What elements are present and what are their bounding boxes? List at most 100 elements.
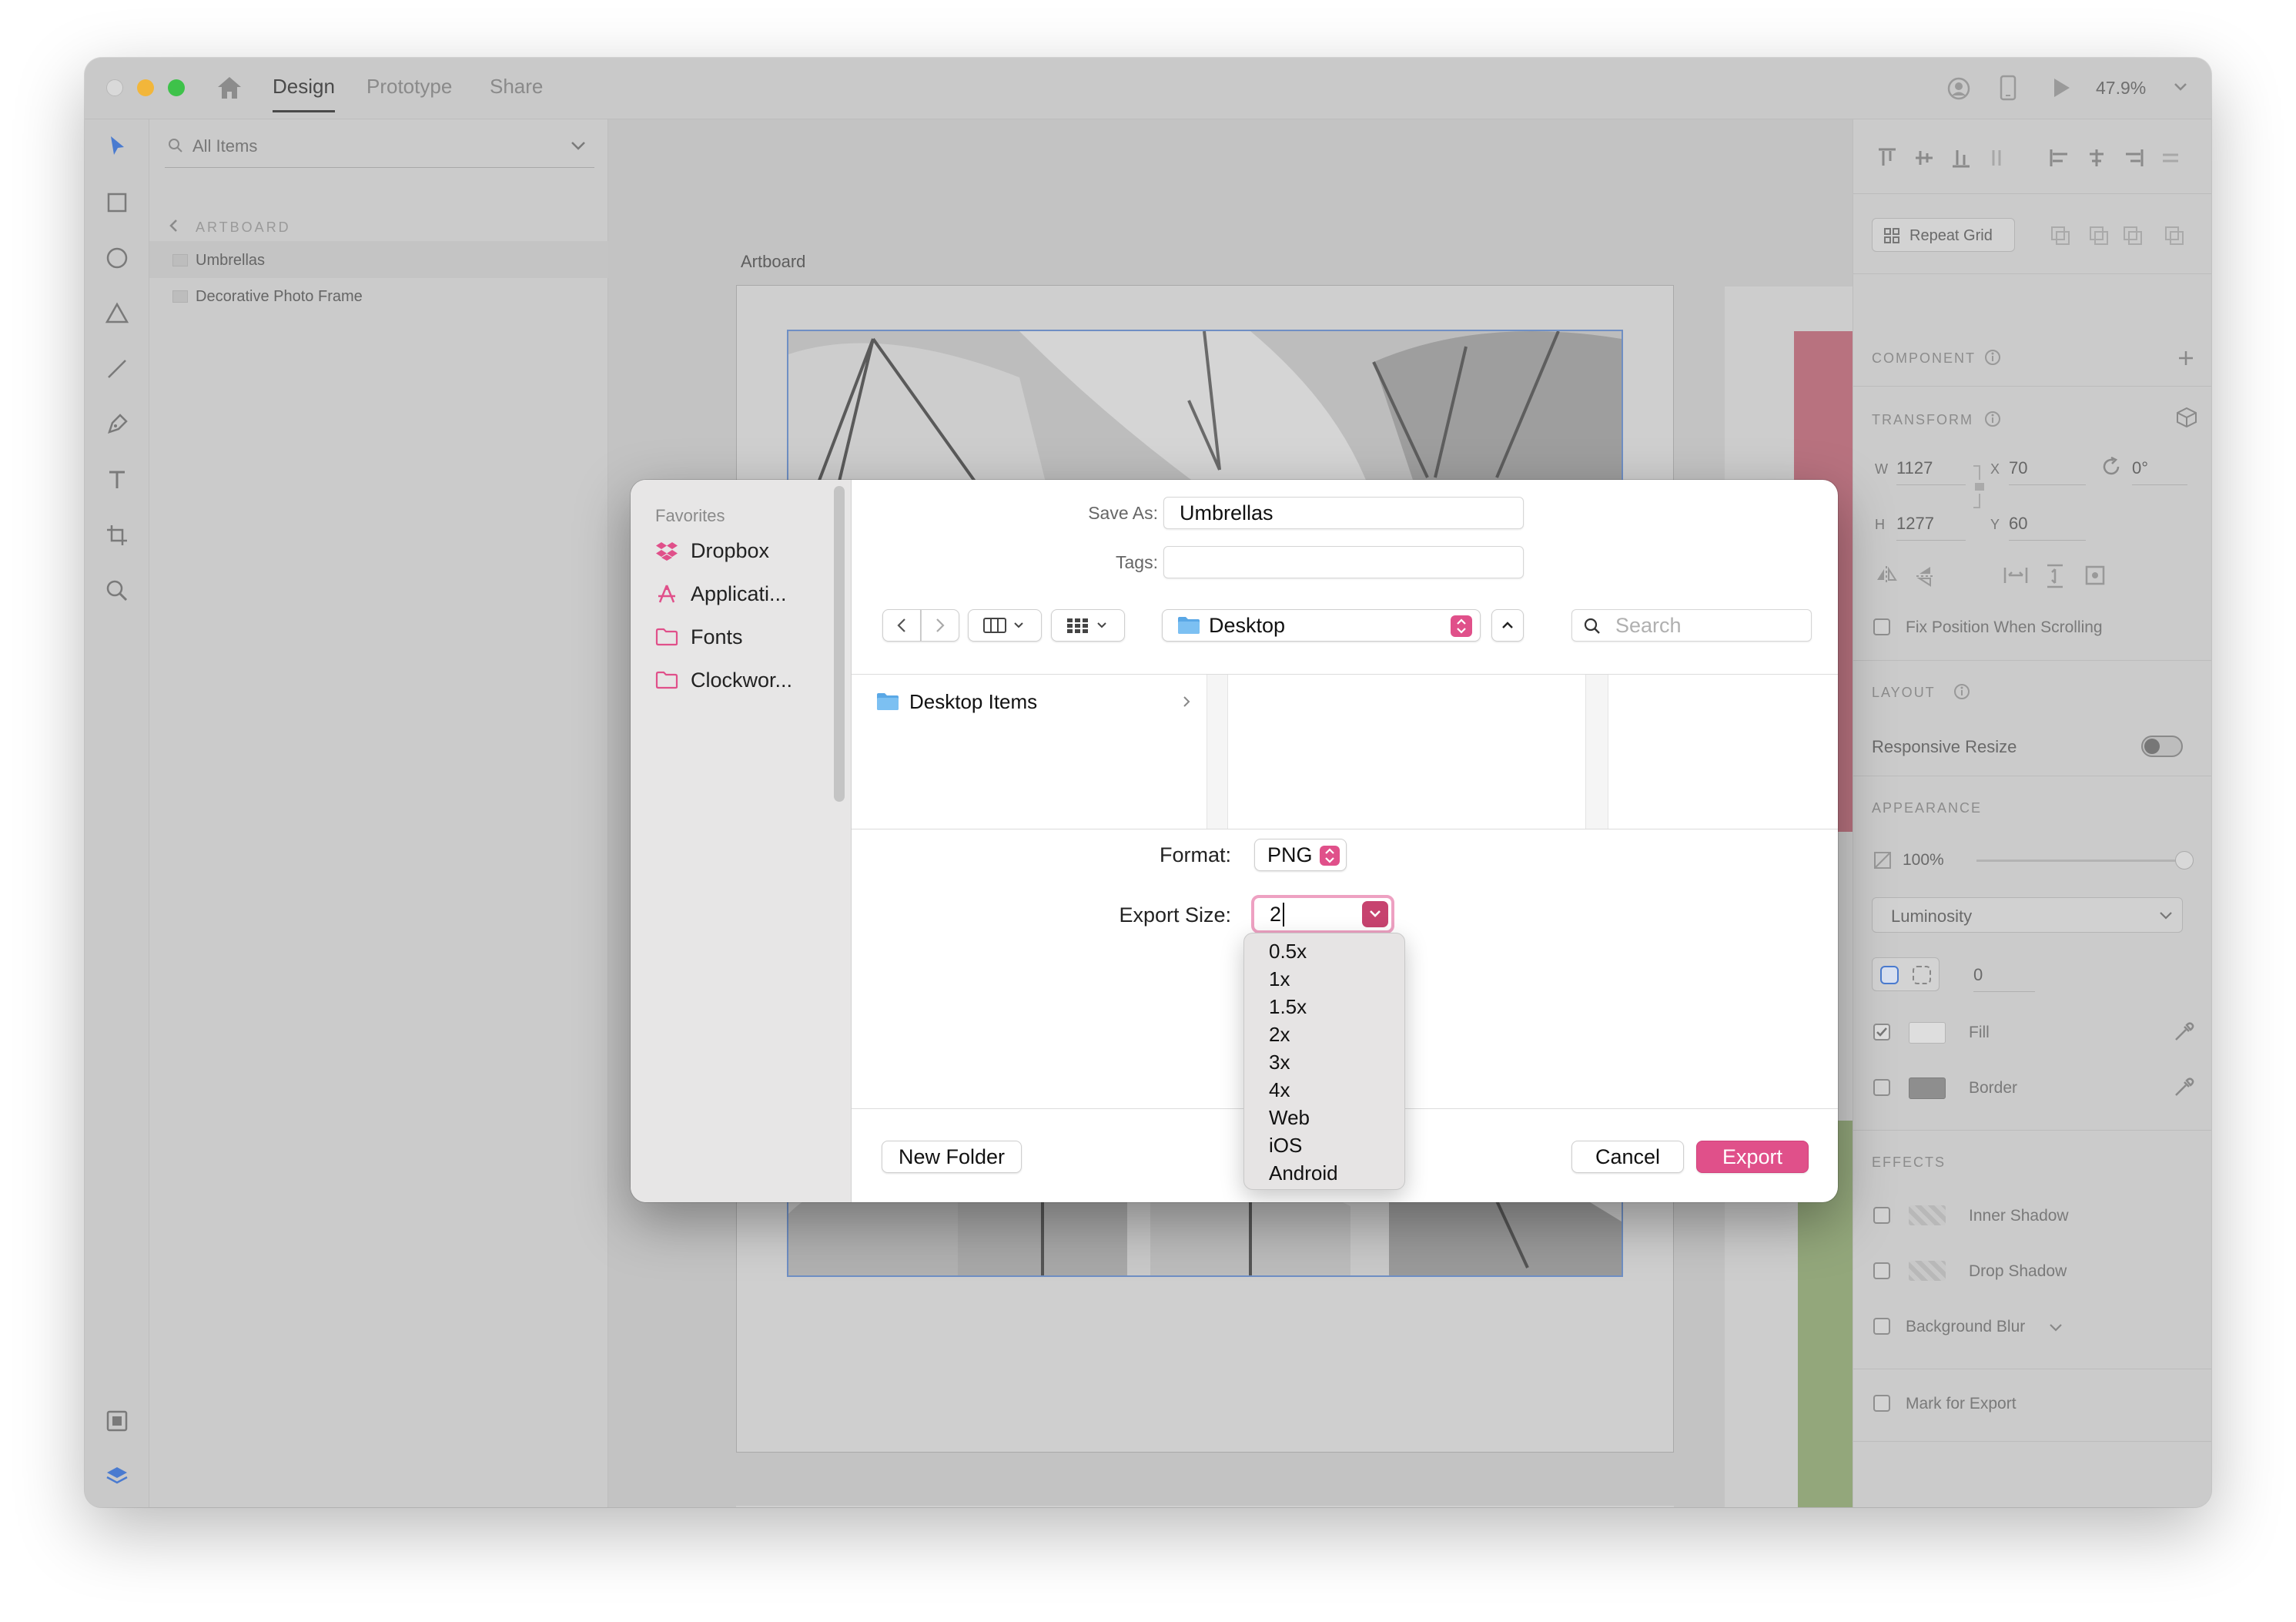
opacity-value[interactable]: 100% [1903, 851, 1944, 870]
repeat-grid-button[interactable]: Repeat Grid [1872, 218, 2015, 252]
artboard-label[interactable]: Artboard [741, 252, 805, 272]
menu-item[interactable]: 2x [1269, 1023, 1290, 1047]
border-swatch[interactable] [1909, 1077, 1946, 1099]
tab-share[interactable]: Share [490, 75, 543, 99]
export-size-dropdown-button[interactable] [1362, 901, 1388, 927]
opacity-slider-thumb[interactable] [2175, 851, 2194, 870]
info-icon[interactable] [1984, 349, 2001, 366]
align-middle-icon[interactable] [1913, 147, 1935, 169]
forward-button[interactable] [921, 609, 959, 642]
lock-aspect-icon[interactable] [1970, 463, 1986, 511]
rectangle-tool-icon[interactable] [105, 190, 129, 215]
layer-name[interactable]: Decorative Photo Frame [196, 288, 363, 306]
home-icon[interactable] [216, 75, 243, 101]
pen-tool-icon[interactable] [105, 412, 129, 437]
layer-name[interactable]: Umbrellas [196, 252, 265, 270]
flip-vertical-icon[interactable] [1915, 565, 1936, 588]
distribute-horizontal-icon[interactable] [2160, 147, 2181, 169]
drop-shadow-checkbox[interactable] [1873, 1262, 1890, 1279]
background-blur-checkbox[interactable] [1873, 1318, 1890, 1335]
export-button[interactable]: Export [1696, 1141, 1809, 1173]
distribute-spacing-h-icon[interactable] [2003, 565, 2029, 586]
location-select[interactable]: Desktop [1162, 609, 1481, 642]
distribute-vertical-icon[interactable] [1987, 147, 2009, 169]
mark-for-export-checkbox[interactable] [1873, 1395, 1890, 1412]
align-center-icon[interactable] [2086, 147, 2107, 169]
menu-item[interactable]: 3x [1269, 1051, 1290, 1074]
user-icon[interactable] [1946, 76, 1971, 101]
info-icon[interactable] [1953, 683, 1970, 700]
export-size-input[interactable]: 2 [1270, 903, 1285, 927]
align-top-icon[interactable] [1876, 147, 1898, 169]
align-left-icon[interactable] [2049, 147, 2070, 169]
responsive-resize-toggle[interactable] [2141, 736, 2183, 757]
sidebar-item-dropbox[interactable]: Dropbox [655, 535, 769, 566]
zoom-level[interactable]: 47.9% [2096, 78, 2146, 99]
collapse-button[interactable] [1491, 609, 1524, 642]
export-size-combo[interactable]: 2 [1251, 895, 1394, 933]
select-tool-icon[interactable] [105, 133, 129, 158]
cancel-button[interactable]: Cancel [1571, 1141, 1684, 1173]
distribute-spacing-v-icon[interactable] [2044, 563, 2066, 589]
eyedropper-icon[interactable] [2172, 1076, 2195, 1099]
resize-artboard-icon[interactable] [2084, 565, 2106, 586]
height-input[interactable]: 1277 [1896, 514, 1966, 541]
sidebar-item-fonts[interactable]: Fonts [655, 622, 743, 652]
add-component-icon[interactable] [2177, 349, 2195, 367]
search-field[interactable]: Search [1571, 609, 1812, 642]
group-button[interactable] [1051, 609, 1125, 642]
menu-item[interactable]: Android [1269, 1161, 1338, 1185]
minimize-window-button[interactable] [137, 79, 154, 96]
chevron-down-icon[interactable] [2049, 1322, 2063, 1333]
rotation-input[interactable]: 0° [2132, 458, 2187, 485]
boolean-add-icon[interactable] [2050, 226, 2143, 247]
fill-checkbox[interactable] [1873, 1024, 1890, 1041]
menu-item[interactable]: 1x [1269, 967, 1290, 991]
menu-item[interactable]: 1.5x [1269, 995, 1307, 1019]
inner-shadow-checkbox[interactable] [1873, 1207, 1890, 1224]
blend-mode-select[interactable]: Luminosity [1872, 897, 2183, 933]
close-window-button[interactable] [106, 79, 123, 96]
menu-item[interactable]: Web [1269, 1106, 1310, 1130]
layers-icon[interactable] [105, 1464, 129, 1489]
corner-radius-input[interactable]: 0 [1973, 965, 2035, 992]
assets-icon[interactable] [105, 1409, 129, 1433]
back-button[interactable] [882, 609, 921, 642]
chevron-left-icon[interactable] [168, 218, 179, 233]
opacity-slider-track[interactable] [1976, 860, 2184, 862]
flip-horizontal-icon[interactable] [1875, 565, 1898, 586]
artboard-bottom[interactable] [736, 1506, 1674, 1507]
list-item[interactable]: Desktop Items [875, 686, 1191, 717]
sidebar-item-applications[interactable]: Applicati... [655, 578, 787, 609]
fill-swatch[interactable] [1909, 1022, 1946, 1044]
tab-prototype[interactable]: Prototype [366, 75, 452, 99]
corner-radius-all-button[interactable] [1872, 957, 1940, 991]
x-input[interactable]: 70 [2009, 458, 2086, 485]
info-icon[interactable] [1984, 411, 2001, 427]
maximize-window-button[interactable] [168, 79, 185, 96]
chevron-down-icon[interactable] [2173, 81, 2188, 93]
mobile-preview-icon[interactable] [1999, 75, 2017, 101]
y-input[interactable]: 60 [2009, 514, 2086, 541]
eyedropper-icon[interactable] [2172, 1020, 2195, 1044]
chevron-down-icon[interactable] [570, 139, 587, 152]
format-select[interactable]: PNG [1254, 839, 1347, 871]
sidebar-item-clockwork[interactable]: Clockwor... [655, 665, 792, 695]
view-columns-button[interactable] [968, 609, 1042, 642]
align-right-icon[interactable] [2123, 147, 2144, 169]
tags-input[interactable] [1163, 546, 1524, 578]
new-folder-button[interactable]: New Folder [882, 1141, 1022, 1173]
boolean-exclude-icon[interactable] [2164, 226, 2186, 247]
ellipse-tool-icon[interactable] [105, 246, 129, 270]
sidebar-scrollbar[interactable] [834, 486, 845, 802]
play-icon[interactable] [2050, 76, 2073, 99]
save-as-input[interactable]: Umbrellas [1163, 497, 1524, 529]
text-tool-icon[interactable] [105, 467, 129, 492]
align-bottom-icon[interactable] [1950, 147, 1972, 169]
line-tool-icon[interactable] [105, 357, 129, 381]
menu-item[interactable]: 4x [1269, 1078, 1290, 1102]
fix-position-checkbox[interactable] [1873, 618, 1890, 635]
3d-transform-icon[interactable] [2175, 406, 2198, 429]
menu-item[interactable]: 0.5x [1269, 940, 1307, 963]
border-checkbox[interactable] [1873, 1079, 1890, 1096]
